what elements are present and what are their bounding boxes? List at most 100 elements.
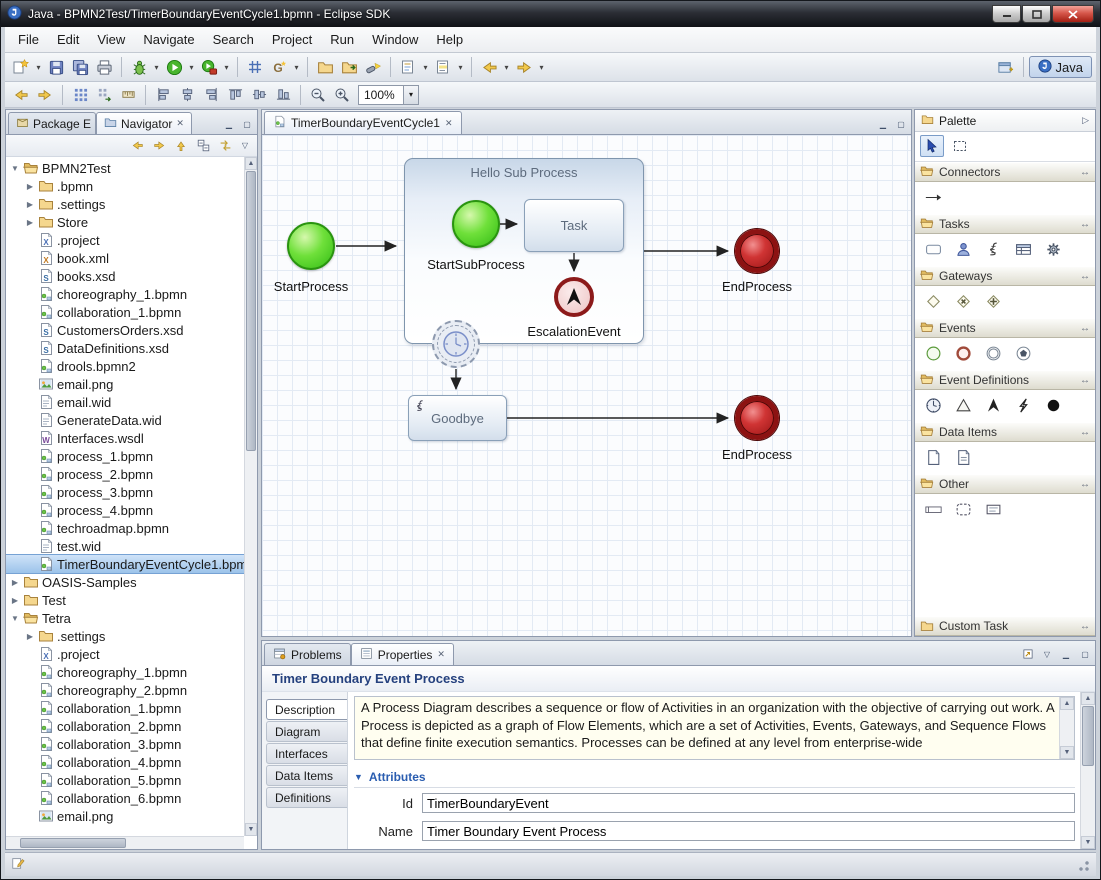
scroll-up-arrow[interactable]: ▲ bbox=[1060, 697, 1074, 710]
tree-item[interactable]: process_2.bpmn bbox=[6, 465, 244, 483]
titlebar[interactable]: Java - BPMN2Test/TimerBoundaryEventCycle… bbox=[1, 1, 1100, 27]
view-menu-icon[interactable]: ▽ bbox=[1039, 647, 1055, 661]
description-box[interactable]: A Process Diagram describes a sequence o… bbox=[354, 696, 1075, 760]
collapse-all-button[interactable] bbox=[193, 137, 213, 155]
class-wizard-button[interactable]: G bbox=[267, 56, 291, 78]
resize-grip[interactable] bbox=[1076, 858, 1090, 872]
name-input[interactable] bbox=[422, 821, 1075, 841]
gateway-parallel-tool-icon[interactable] bbox=[980, 290, 1006, 312]
start-event-tool-icon[interactable] bbox=[920, 342, 946, 364]
drawer-pin-icon[interactable]: ↔ bbox=[1080, 621, 1090, 632]
align-left-button[interactable] bbox=[151, 84, 175, 106]
menu-file[interactable]: File bbox=[9, 29, 48, 50]
external-tools-button[interactable] bbox=[197, 56, 221, 78]
goodbye-task-node[interactable]: Goodbye bbox=[408, 395, 507, 441]
tree-item[interactable]: email.wid bbox=[6, 393, 244, 411]
expand-arrow-closed-icon[interactable]: ▶ bbox=[10, 596, 20, 605]
marquee-tool[interactable] bbox=[948, 135, 972, 157]
tree-item[interactable]: X.project bbox=[6, 231, 244, 249]
script-task-tool-icon[interactable] bbox=[980, 238, 1006, 260]
properties-scrollbar[interactable]: ▲ ▼ bbox=[1080, 692, 1095, 849]
user-task-tool-icon[interactable] bbox=[950, 238, 976, 260]
search-button[interactable] bbox=[361, 56, 385, 78]
expand-arrow-closed-icon[interactable]: ▶ bbox=[25, 632, 35, 641]
palette-section-other[interactable]: Other↔ bbox=[915, 474, 1095, 494]
tab-package-explorer[interactable]: Package E bbox=[8, 112, 96, 134]
debug-button[interactable] bbox=[127, 56, 151, 78]
tree-item[interactable]: techroadmap.bpmn bbox=[6, 519, 244, 537]
tree-item[interactable]: Xbook.xml bbox=[6, 249, 244, 267]
tree-item[interactable]: Sbooks.xsd bbox=[6, 267, 244, 285]
drawer-pin-icon[interactable]: ↔ bbox=[1080, 375, 1090, 386]
run-dropdown[interactable]: ▾ bbox=[186, 56, 197, 78]
data-object-reference-tool-icon[interactable] bbox=[950, 446, 976, 468]
external-tools-dropdown[interactable]: ▾ bbox=[221, 56, 232, 78]
signal-tool-icon[interactable] bbox=[950, 394, 976, 416]
tree-item[interactable]: ▼BPMN2Test bbox=[6, 159, 244, 177]
drawer-pin-icon[interactable]: ↔ bbox=[1080, 167, 1090, 178]
show-rulers-button[interactable] bbox=[116, 84, 140, 106]
menu-navigate[interactable]: Navigate bbox=[134, 29, 203, 50]
snap-to-grid-button[interactable] bbox=[92, 84, 116, 106]
view-menu-icon[interactable]: ▽ bbox=[237, 139, 253, 153]
close-window-button[interactable] bbox=[1052, 5, 1094, 23]
business-rule-task-tool-icon[interactable] bbox=[1010, 238, 1036, 260]
scroll-thumb[interactable] bbox=[20, 838, 126, 848]
side-tab-description[interactable]: Description bbox=[266, 699, 347, 720]
tree-item[interactable]: collaboration_6.bpmn bbox=[6, 789, 244, 807]
minimize-editor-button[interactable]: ▁ bbox=[875, 117, 891, 131]
editor-tab[interactable]: TimerBoundaryEventCycle1 ✕ bbox=[264, 111, 462, 134]
tree-item[interactable]: email.png bbox=[6, 375, 244, 393]
pin-properties-button[interactable] bbox=[1020, 647, 1036, 661]
tree-item[interactable]: ▶.bpmn bbox=[6, 177, 244, 195]
side-tab-data-items[interactable]: Data Items bbox=[266, 765, 347, 786]
tree-item[interactable]: choreography_1.bpmn bbox=[6, 285, 244, 303]
open-resource-button[interactable] bbox=[337, 56, 361, 78]
align-bottom-button[interactable] bbox=[271, 84, 295, 106]
back-button[interactable] bbox=[477, 56, 501, 78]
section-twistie-icon[interactable]: ▼ bbox=[354, 772, 363, 782]
start-subprocess-event-node[interactable] bbox=[452, 200, 500, 248]
maximize-view-button[interactable]: ▢ bbox=[239, 117, 255, 131]
forward-dropdown[interactable]: ▾ bbox=[536, 56, 547, 78]
close-tab-icon[interactable]: ✕ bbox=[176, 118, 184, 129]
run-button[interactable] bbox=[162, 56, 186, 78]
view-up-button[interactable] bbox=[171, 137, 191, 155]
escalation-tool-icon[interactable] bbox=[980, 394, 1006, 416]
print-button[interactable] bbox=[92, 56, 116, 78]
tab-navigator[interactable]: Navigator ✕ bbox=[96, 112, 192, 134]
palette-section-data-items[interactable]: Data Items↔ bbox=[915, 422, 1095, 442]
tree-item[interactable]: choreography_2.bpmn bbox=[6, 681, 244, 699]
tree-item[interactable]: process_3.bpmn bbox=[6, 483, 244, 501]
tree-item[interactable]: ▶Test bbox=[6, 591, 244, 609]
scroll-up-arrow[interactable]: ▲ bbox=[1081, 692, 1095, 705]
palette-section-connectors[interactable]: Connectors↔ bbox=[915, 162, 1095, 182]
close-tab-icon[interactable]: ✕ bbox=[437, 649, 445, 660]
view-back-button[interactable] bbox=[127, 137, 147, 155]
show-grid-button[interactable] bbox=[68, 84, 92, 106]
sequence-flow-tool-icon[interactable] bbox=[920, 186, 946, 208]
expand-arrow-closed-icon[interactable]: ▶ bbox=[25, 182, 35, 191]
tree-item[interactable]: collaboration_1.bpmn bbox=[6, 303, 244, 321]
drawer-pin-icon[interactable]: ↔ bbox=[1080, 271, 1090, 282]
nav-forward-button[interactable] bbox=[33, 84, 57, 106]
select-tool[interactable] bbox=[920, 135, 944, 157]
terminate-tool-icon[interactable] bbox=[1040, 394, 1066, 416]
mark-occurrences-dropdown[interactable]: ▾ bbox=[455, 56, 466, 78]
palette-section-tasks[interactable]: Tasks↔ bbox=[915, 214, 1095, 234]
palette-section-custom-task[interactable]: Custom Task ↔ bbox=[915, 616, 1095, 636]
tree-item[interactable]: test.wid bbox=[6, 537, 244, 555]
forward-button[interactable] bbox=[512, 56, 536, 78]
align-top-button[interactable] bbox=[223, 84, 247, 106]
tree-item[interactable]: WInterfaces.wsdl bbox=[6, 429, 244, 447]
save-all-button[interactable] bbox=[68, 56, 92, 78]
error-tool-icon[interactable] bbox=[1010, 394, 1036, 416]
mark-occurrences-button[interactable] bbox=[431, 56, 455, 78]
start-event-node[interactable] bbox=[287, 222, 335, 270]
drawer-pin-icon[interactable]: ↔ bbox=[1080, 323, 1090, 334]
view-forward-button[interactable] bbox=[149, 137, 169, 155]
new-wizard-dropdown[interactable]: ▾ bbox=[33, 56, 44, 78]
expand-arrow-closed-icon[interactable]: ▶ bbox=[10, 578, 20, 587]
end-event-top-node[interactable] bbox=[735, 229, 779, 273]
nav-back-button[interactable] bbox=[9, 84, 33, 106]
